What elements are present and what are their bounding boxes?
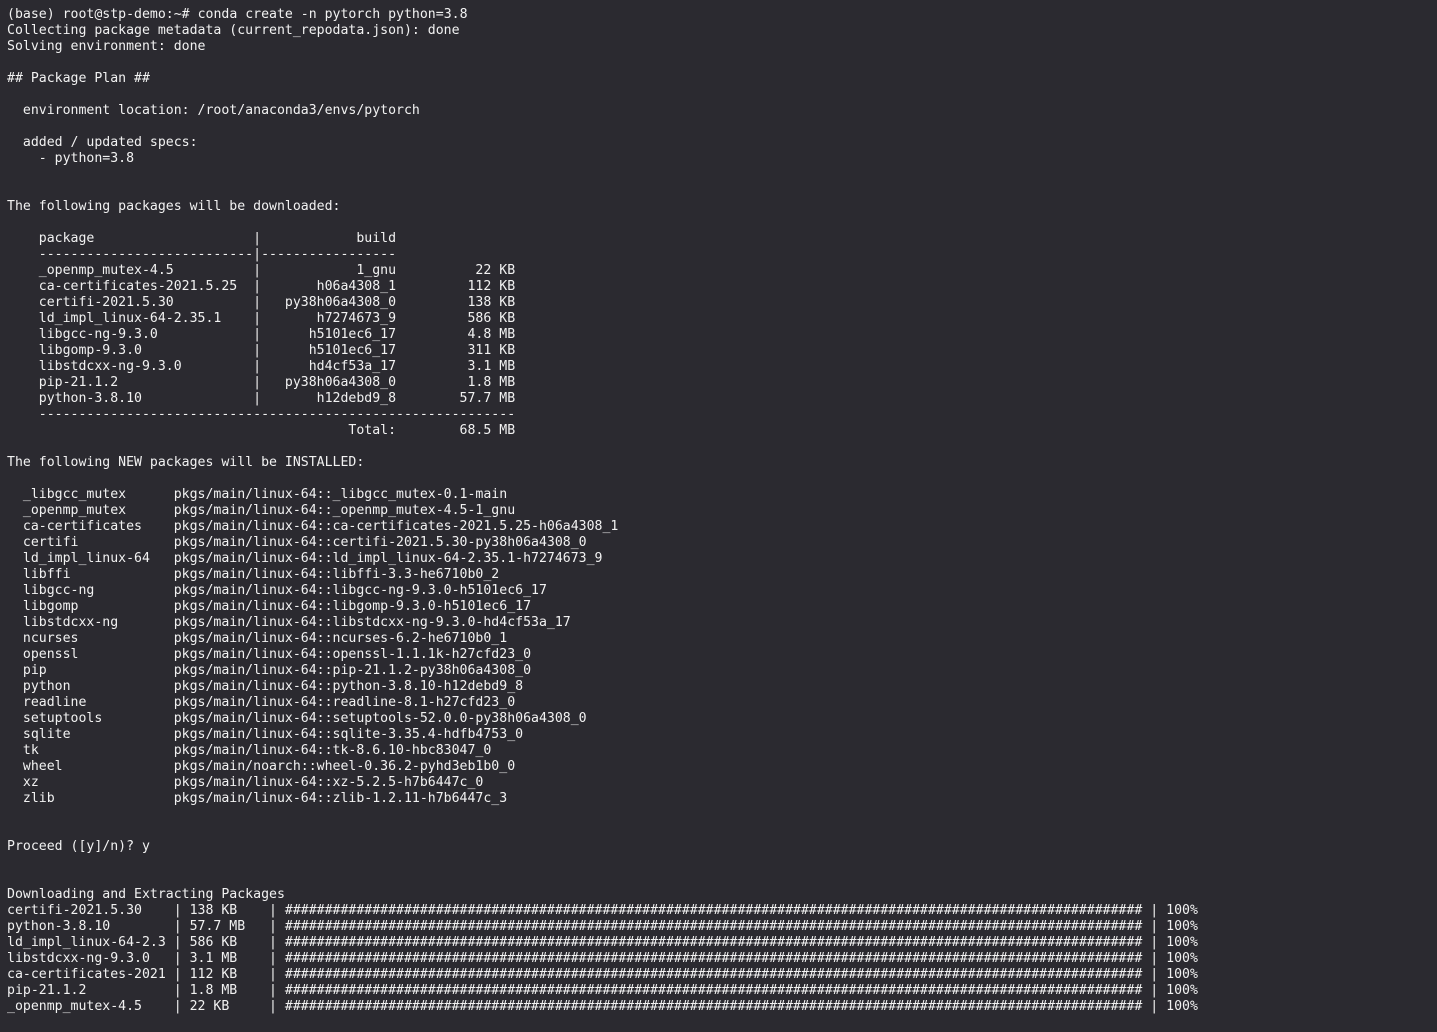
output-line: _openmp_mutex-4.5 | 22 KB | ############…	[7, 999, 1206, 1014]
output-line: - python=3.8	[7, 151, 135, 166]
output-line: xz pkgs/main/linux-64::xz-5.2.5-h7b6447c…	[7, 775, 484, 790]
output-line: ---------------------------|------------…	[7, 247, 397, 262]
output-line: _openmp_mutex-4.5 | 1_gnu 22 KB	[7, 263, 516, 278]
output-line: ca-certificates-2021.5.25 | h06a4308_1 1…	[7, 279, 516, 294]
output-line: certifi-2021.5.30 | py38h06a4308_0 138 K…	[7, 295, 516, 310]
output-line: zlib pkgs/main/linux-64::zlib-1.2.11-h7b…	[7, 791, 508, 806]
output-line: pip-21.1.2 | py38h06a4308_0 1.8 MB	[7, 375, 516, 390]
output-line: Total: 68.5 MB	[7, 423, 516, 438]
output-line: libgcc-ng pkgs/main/linux-64::libgcc-ng-…	[7, 583, 547, 598]
output-line: Proceed ([y]/n)? y	[7, 839, 150, 854]
output-line: sqlite pkgs/main/linux-64::sqlite-3.35.4…	[7, 727, 524, 742]
command-line: (base) root@stp-demo:~# conda create -n …	[7, 7, 1437, 23]
output-line: ncurses pkgs/main/linux-64::ncurses-6.2-…	[7, 631, 508, 646]
output-line: libgcc-ng-9.3.0 | h5101ec6_17 4.8 MB	[7, 327, 516, 342]
output-line: package | build	[7, 231, 397, 246]
output-line: libstdcxx-ng pkgs/main/linux-64::libstdc…	[7, 615, 571, 630]
output-line: python-3.8.10 | 57.7 MB | ##############…	[7, 919, 1206, 934]
output-line: libgomp pkgs/main/linux-64::libgomp-9.3.…	[7, 599, 532, 614]
output-line: libgomp-9.3.0 | h5101ec6_17 311 KB	[7, 343, 516, 358]
output-line: setuptools pkgs/main/linux-64::setuptool…	[7, 711, 587, 726]
shell-prompt: (base) root@stp-demo:~#	[7, 7, 198, 22]
output-line: ca-certificates pkgs/main/linux-64::ca-c…	[7, 519, 619, 534]
output-line: Downloading and Extracting Packages	[7, 887, 285, 902]
output-line: Collecting package metadata (current_rep…	[7, 23, 460, 38]
output-line: ld_impl_linux-64-2.3 | 586 KB | ########…	[7, 935, 1206, 950]
output-line: ld_impl_linux-64-2.35.1 | h7274673_9 586…	[7, 311, 516, 326]
terminal-window[interactable]: (base) root@stp-demo:~# conda create -n …	[0, 0, 1437, 1032]
output-line: libstdcxx-ng-9.3.0 | 3.1 MB | ##########…	[7, 951, 1206, 966]
output-line: ## Package Plan ##	[7, 71, 150, 86]
output-line: added / updated specs:	[7, 135, 198, 150]
output-line: readline pkgs/main/linux-64::readline-8.…	[7, 695, 516, 710]
output-line: libffi pkgs/main/linux-64::libffi-3.3-he…	[7, 567, 500, 582]
output-line: environment location: /root/anaconda3/en…	[7, 103, 420, 118]
terminal-output: Collecting package metadata (current_rep…	[7, 23, 1437, 1015]
output-line: certifi pkgs/main/linux-64::certifi-2021…	[7, 535, 587, 550]
output-line: openssl pkgs/main/linux-64::openssl-1.1.…	[7, 647, 532, 662]
output-line: python-3.8.10 | h12debd9_8 57.7 MB	[7, 391, 516, 406]
output-line: ld_impl_linux-64 pkgs/main/linux-64::ld_…	[7, 551, 603, 566]
output-line: The following NEW packages will be INSTA…	[7, 455, 365, 470]
output-line: certifi-2021.5.30 | 138 KB | ###########…	[7, 903, 1206, 918]
output-line: pip pkgs/main/linux-64::pip-21.1.2-py38h…	[7, 663, 532, 678]
output-line: ----------------------------------------…	[7, 407, 516, 422]
command-text: conda create -n pytorch python=3.8	[197, 7, 468, 22]
output-line: ca-certificates-2021 | 112 KB | ########…	[7, 967, 1206, 982]
output-line: python pkgs/main/linux-64::python-3.8.10…	[7, 679, 524, 694]
output-line: wheel pkgs/main/noarch::wheel-0.36.2-pyh…	[7, 759, 516, 774]
output-line: Solving environment: done	[7, 39, 206, 54]
output-line: _libgcc_mutex pkgs/main/linux-64::_libgc…	[7, 487, 508, 502]
output-line: tk pkgs/main/linux-64::tk-8.6.10-hbc8304…	[7, 743, 492, 758]
output-line: pip-21.1.2 | 1.8 MB | ##################…	[7, 983, 1206, 998]
output-line: _openmp_mutex pkgs/main/linux-64::_openm…	[7, 503, 516, 518]
output-line: libstdcxx-ng-9.3.0 | hd4cf53a_17 3.1 MB	[7, 359, 516, 374]
output-line: The following packages will be downloade…	[7, 199, 341, 214]
